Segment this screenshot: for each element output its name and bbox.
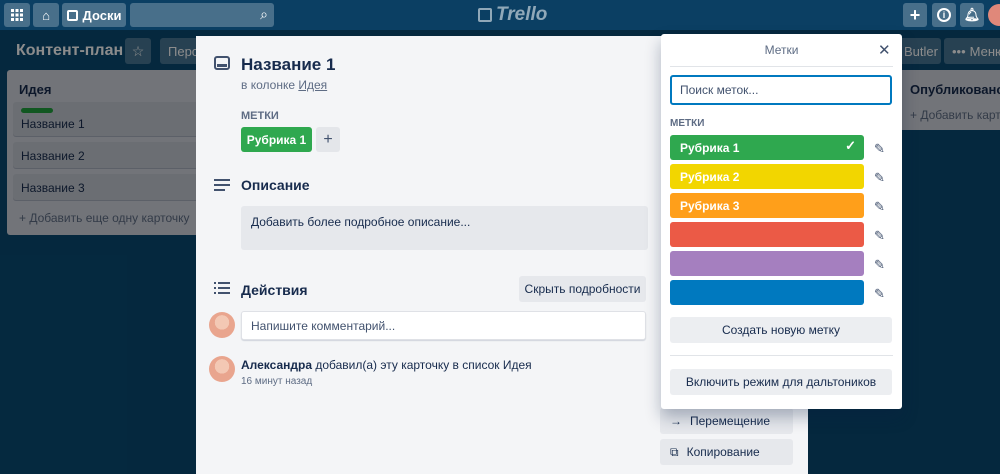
check-icon: ✓ [845,138,856,153]
labels-heading: Метки [241,110,279,122]
colorblind-mode-button[interactable]: Включить режим для дальтоников [670,369,892,395]
plus-icon: + [909,4,921,25]
create-button[interactable]: + [903,3,927,27]
board-icon [66,9,78,21]
info-button[interactable]: i [932,3,956,27]
label-option[interactable]: Рубрика 2 [670,164,864,189]
comment-input[interactable]: Напишите комментарий... [241,311,646,340]
boards-label: Доски [82,7,122,23]
label-chip[interactable]: Рубрика 1 [241,127,312,152]
edit-pencil-icon[interactable]: ✎ [874,199,885,215]
label-option[interactable]: Рубрика 1 ✓ [670,135,864,160]
boards-button[interactable]: Доски [62,3,126,27]
activity-text: добавил(а) эту карточку в список Идея [315,358,532,372]
card-icon [214,56,230,75]
description-icon [214,178,230,196]
activity-user[interactable]: Александра [241,358,312,372]
copy-button[interactable]: ⧉ Копирование [660,439,793,465]
edit-pencil-icon[interactable]: ✎ [874,286,885,302]
labels-popover: Метки ✕ Поиск меток... Метки Рубрика 1 ✓… [661,34,902,409]
trello-logo[interactable]: Trello [478,4,547,26]
trello-logo-icon [478,8,492,22]
hide-details-button[interactable]: Скрыть подробности [519,276,646,302]
label-option[interactable]: Рубрика 3 [670,193,864,218]
card-list-info: в колонке Идея [241,78,327,92]
activity-heading: Действия [241,282,308,298]
label-name: Рубрика 2 [680,169,740,184]
move-button[interactable]: → Перемещение [660,408,793,434]
divider [670,355,893,356]
search-input[interactable]: ⌕ [130,3,274,27]
home-icon: ⌂ [42,7,50,23]
label-search-input[interactable]: Поиск меток... [670,75,892,105]
labels-list-heading: Метки [670,118,705,129]
label-name: Рубрика 1 [680,140,740,155]
avatar [209,356,235,382]
copy-label: Копирование [686,445,760,459]
search-icon: ⌕ [260,6,268,22]
label-option[interactable] [670,222,864,247]
edit-pencil-icon[interactable]: ✎ [874,170,885,186]
label-name: Рубрика 3 [680,198,740,213]
list-link[interactable]: Идея [298,78,327,92]
move-label: Перемещение [690,414,770,428]
divider [670,66,893,67]
avatar [209,312,235,338]
edit-pencil-icon[interactable]: ✎ [874,257,885,273]
notifications-button[interactable]: 🔔︎ [960,3,984,27]
card-title[interactable]: Название 1 [241,55,335,75]
close-icon[interactable]: ✕ [878,41,891,59]
edit-pencil-icon[interactable]: ✎ [874,141,885,157]
info-icon: i [937,8,951,22]
bell-icon: 🔔︎ [963,7,981,22]
arrow-right-icon: → [670,414,682,428]
activity-entry: Александра добавил(а) эту карточку в спи… [241,358,532,372]
label-option[interactable] [670,251,864,276]
label-option[interactable] [670,280,864,305]
apps-grid-icon[interactable] [4,3,30,27]
list-prefix: в колонке [241,78,295,92]
create-label-button[interactable]: Создать новую метку [670,317,892,343]
top-bar: ⌂ Доски ⌕ Trello + i 🔔︎ [0,0,1000,30]
description-field[interactable]: Добавить более подробное описание... [241,206,648,250]
activity-time[interactable]: 16 минут назад [241,376,312,387]
description-heading: Описание [241,177,310,193]
add-label-button[interactable]: + [316,127,340,152]
copy-icon: ⧉ [670,444,679,459]
popover-title: Метки [764,43,799,57]
activity-icon [214,282,230,300]
edit-pencil-icon[interactable]: ✎ [874,228,885,244]
logo-text: Trello [496,4,548,25]
home-button[interactable]: ⌂ [33,3,59,27]
user-avatar[interactable] [988,4,1000,26]
